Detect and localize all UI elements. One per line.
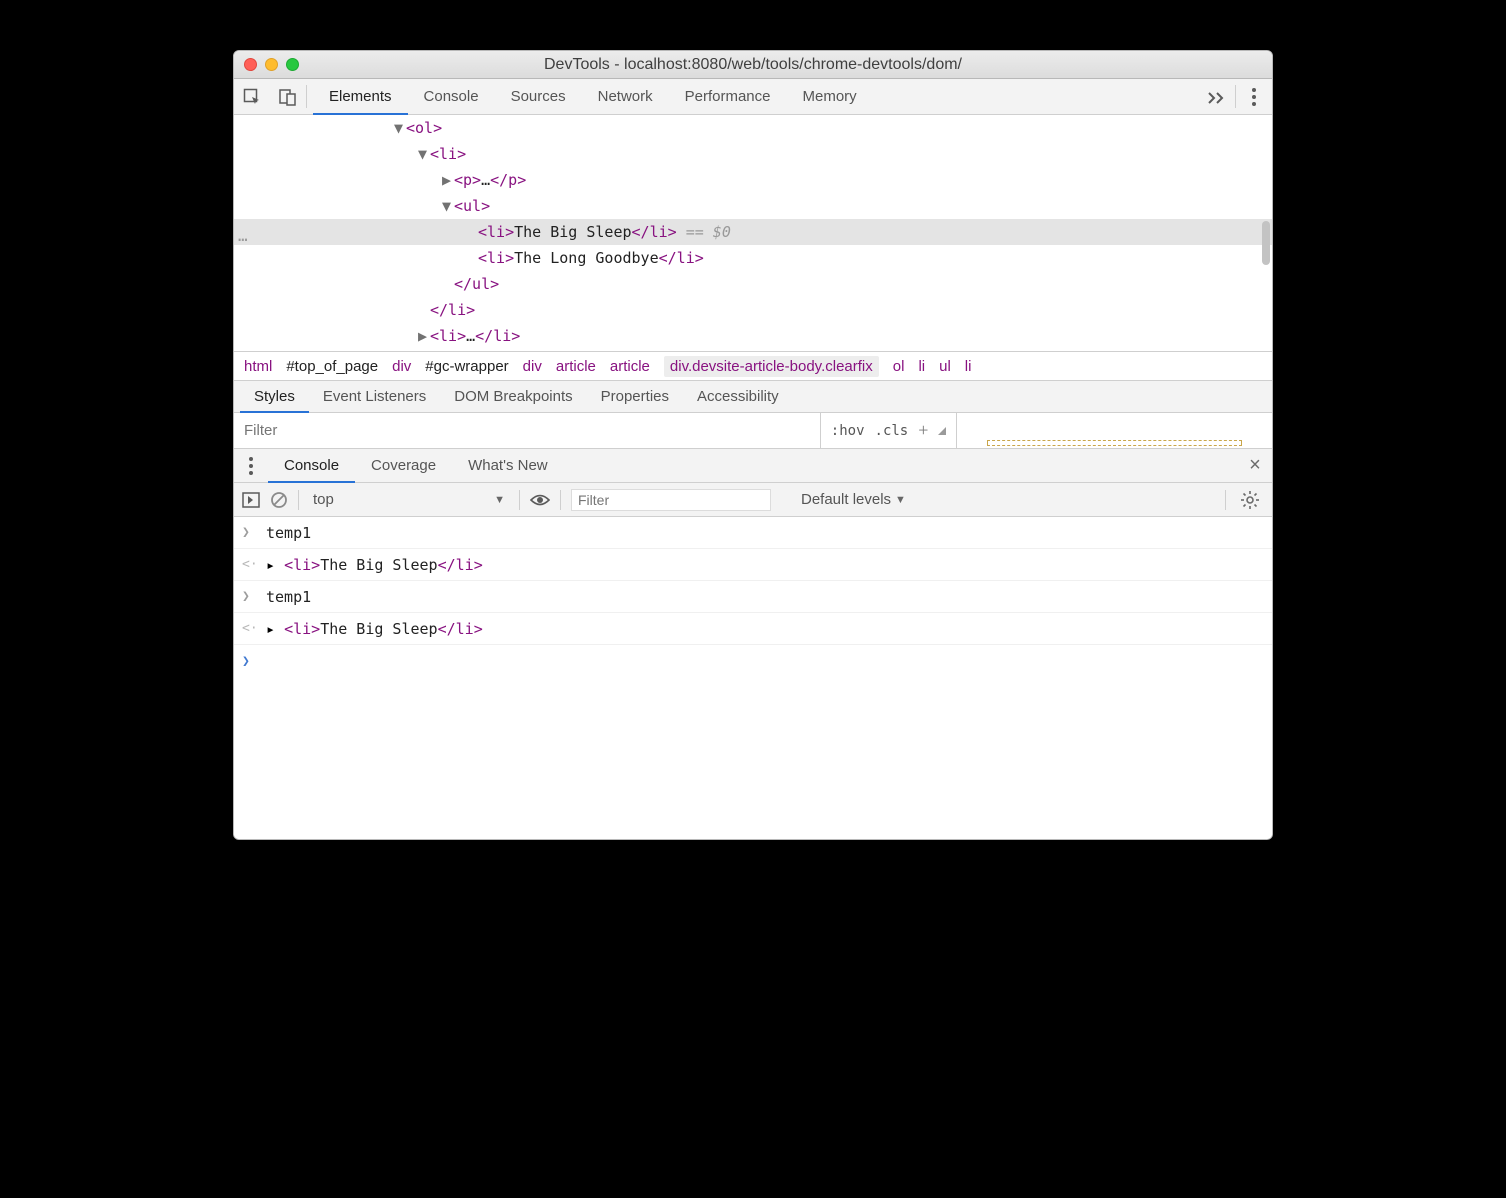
cls-toggle[interactable]: .cls xyxy=(875,423,909,439)
drawer-tab-coverage[interactable]: Coverage xyxy=(355,449,452,482)
tab-console[interactable]: Console xyxy=(408,79,495,114)
separator xyxy=(298,490,299,510)
console-row[interactable]: ❯temp1 xyxy=(234,517,1272,549)
dom-node-row[interactable]: </li> xyxy=(234,297,1272,323)
breadcrumb-item[interactable]: li xyxy=(965,358,972,375)
breadcrumb-item[interactable]: article xyxy=(610,358,650,375)
dropdown-caret-icon: ▼ xyxy=(494,494,505,506)
execution-context-selector[interactable]: top ▼ xyxy=(309,491,509,508)
drawer-tab-what-s-new[interactable]: What's New xyxy=(452,449,564,482)
scrollbar-thumb[interactable] xyxy=(1262,221,1270,265)
dom-node-row[interactable]: <li>The Long Goodbye</li> xyxy=(234,245,1272,271)
console-filter-input[interactable] xyxy=(571,489,771,511)
separator xyxy=(560,490,561,510)
inspect-element-icon[interactable] xyxy=(234,79,270,114)
dom-node-row[interactable]: ▶<p>…</p> xyxy=(234,167,1272,193)
dashed-placeholder xyxy=(987,440,1242,446)
console-output[interactable]: ❯temp1<·▸ <li>The Big Sleep</li>❯temp1<·… xyxy=(234,517,1272,839)
styles-preview-area xyxy=(957,413,1272,448)
styles-tab-dom-breakpoints[interactable]: DOM Breakpoints xyxy=(440,381,586,412)
tab-network[interactable]: Network xyxy=(582,79,669,114)
breadcrumb-item[interactable]: div xyxy=(523,358,542,375)
new-style-rule-icon[interactable]: + xyxy=(918,420,928,441)
breadcrumb-item[interactable]: #top_of_page xyxy=(286,358,378,375)
drawer-kebab-menu-icon[interactable] xyxy=(234,449,268,482)
log-levels-selector[interactable]: Default levels ▼ xyxy=(801,491,906,508)
console-settings-gear-icon[interactable] xyxy=(1236,491,1264,509)
styles-tabbar: StylesEvent ListenersDOM BreakpointsProp… xyxy=(234,381,1272,413)
context-label: top xyxy=(313,491,334,508)
styles-filter-bar: :hov .cls + xyxy=(234,413,1272,449)
tab-elements[interactable]: Elements xyxy=(313,79,408,115)
styles-tab-accessibility[interactable]: Accessibility xyxy=(683,381,793,412)
dropdown-caret-icon: ▼ xyxy=(895,494,906,506)
breadcrumb-item[interactable]: ul xyxy=(939,358,951,375)
dom-node-row[interactable]: ▼<ul> xyxy=(234,193,1272,219)
dom-node-row[interactable]: ▼<ol> xyxy=(234,115,1272,141)
dom-node-row[interactable]: <li>The Big Sleep</li> == $0 xyxy=(234,219,1272,245)
drawer-tabs: ConsoleCoverageWhat's New xyxy=(268,449,564,482)
styles-tab-styles[interactable]: Styles xyxy=(240,381,309,413)
console-toolbar: top ▼ Default levels ▼ xyxy=(234,483,1272,517)
styles-toggle-buttons: :hov .cls + xyxy=(821,413,958,448)
tab-sources[interactable]: Sources xyxy=(495,79,582,114)
clear-console-icon[interactable] xyxy=(270,491,288,509)
kebab-menu-icon[interactable] xyxy=(1236,79,1272,114)
dom-node-row[interactable]: ▼<li> xyxy=(234,141,1272,167)
main-tabs: ElementsConsoleSourcesNetworkPerformance… xyxy=(307,79,1199,114)
titlebar: DevTools - localhost:8080/web/tools/chro… xyxy=(234,51,1272,79)
devtools-window: DevTools - localhost:8080/web/tools/chro… xyxy=(233,50,1273,840)
console-row[interactable]: ❯temp1 xyxy=(234,581,1272,613)
dom-node-row[interactable]: ▶<li>…</li> xyxy=(234,323,1272,349)
breadcrumb-item[interactable]: html xyxy=(244,358,272,375)
hov-toggle[interactable]: :hov xyxy=(831,423,865,439)
breadcrumb-item[interactable]: li xyxy=(918,358,925,375)
window-title: DevTools - localhost:8080/web/tools/chro… xyxy=(234,56,1272,74)
selected-row-gutter-icon[interactable]: … xyxy=(238,223,249,249)
live-expression-eye-icon[interactable] xyxy=(530,493,550,507)
dom-node-row[interactable]: </ul> xyxy=(234,271,1272,297)
separator xyxy=(519,490,520,510)
levels-label: Default levels xyxy=(801,491,891,508)
breadcrumb-item[interactable]: div xyxy=(392,358,411,375)
drawer-tab-console[interactable]: Console xyxy=(268,449,355,483)
console-row[interactable]: <·▸ <li>The Big Sleep</li> xyxy=(234,613,1272,645)
expand-corner-icon xyxy=(938,427,946,435)
elements-dom-tree[interactable]: ▼<ol>▼<li>▶<p>…</p>▼<ul> …<li>The Big Sle… xyxy=(234,115,1272,351)
separator xyxy=(1225,490,1226,510)
console-prompt[interactable]: ❯ xyxy=(234,645,1272,677)
styles-filter-input[interactable] xyxy=(234,413,821,448)
drawer-close-icon[interactable]: × xyxy=(1238,449,1272,482)
console-row[interactable]: <·▸ <li>The Big Sleep</li> xyxy=(234,549,1272,581)
breadcrumb-item[interactable]: div.devsite-article-body.clearfix xyxy=(664,356,879,377)
console-sidebar-toggle-icon[interactable] xyxy=(242,492,260,508)
tab-performance[interactable]: Performance xyxy=(669,79,787,114)
device-toggle-icon[interactable] xyxy=(270,79,306,114)
styles-tab-event-listeners[interactable]: Event Listeners xyxy=(309,381,440,412)
drawer-tabbar: ConsoleCoverageWhat's New × xyxy=(234,449,1272,483)
breadcrumb-item[interactable]: #gc-wrapper xyxy=(425,358,508,375)
tab-memory[interactable]: Memory xyxy=(787,79,873,114)
breadcrumb-item[interactable]: article xyxy=(556,358,596,375)
breadcrumb-item[interactable]: ol xyxy=(893,358,905,375)
styles-tab-properties[interactable]: Properties xyxy=(587,381,683,412)
main-tabbar: ElementsConsoleSourcesNetworkPerformance… xyxy=(234,79,1272,115)
dom-breadcrumb: html #top_of_page div #gc-wrapper div article… xyxy=(234,351,1272,381)
more-tabs-icon[interactable] xyxy=(1199,79,1235,114)
